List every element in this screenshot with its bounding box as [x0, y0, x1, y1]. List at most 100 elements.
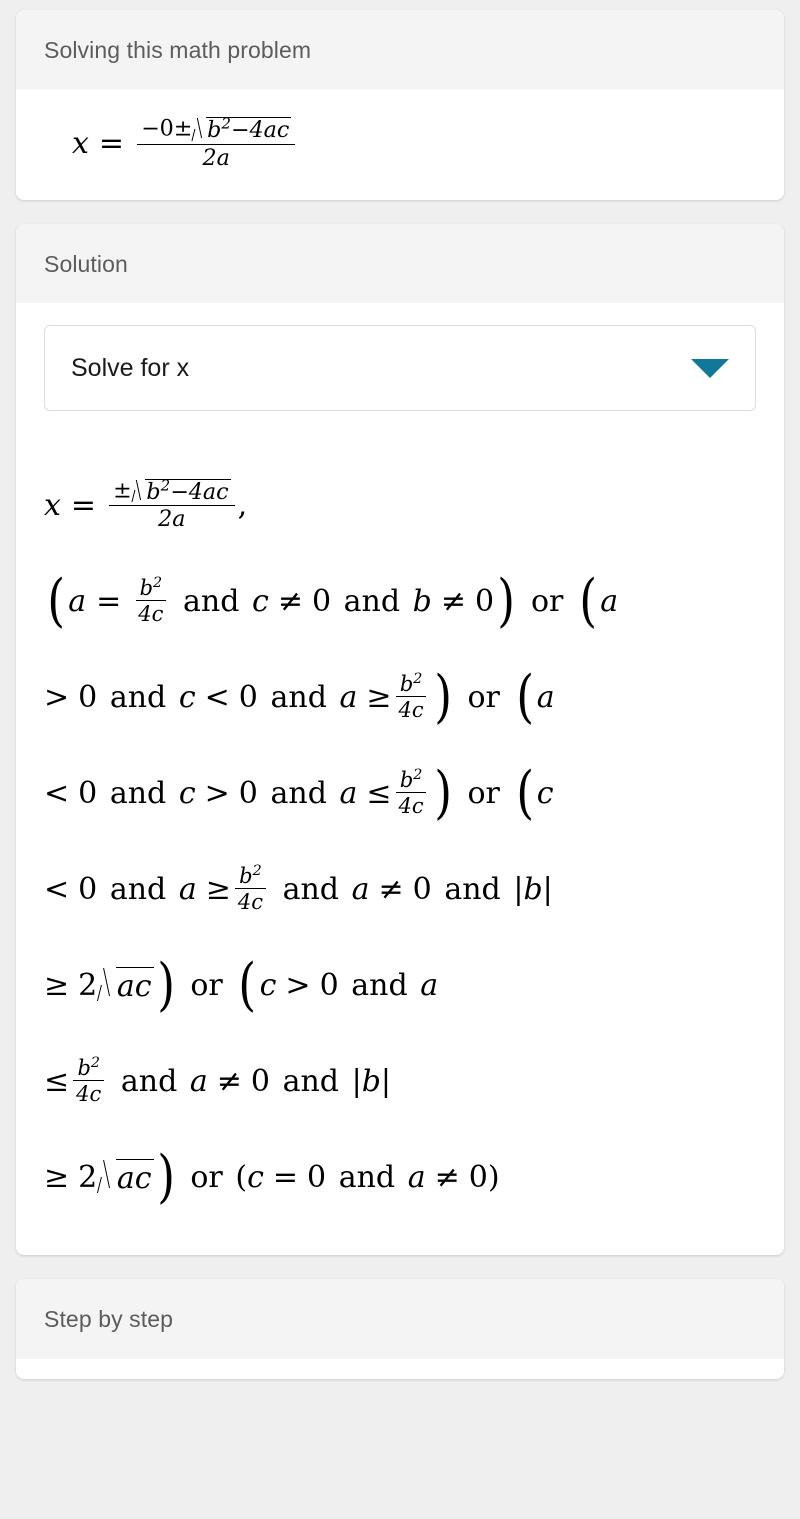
- l4-and-2: and: [270, 775, 327, 811]
- solution-card-title: Solution: [44, 250, 128, 277]
- l3-zero-1: 0: [78, 679, 98, 715]
- l4-fraction: b2 4c: [395, 767, 428, 817]
- l3-frac-num-base: b: [399, 672, 414, 697]
- l5-frac-num: b2: [235, 863, 266, 890]
- l7-neq: ≠: [216, 1063, 242, 1099]
- l3-lt: <: [204, 679, 230, 715]
- radical-sign: [132, 479, 146, 504]
- l3-var-c: c: [178, 679, 196, 715]
- l8-or: or: [190, 1159, 223, 1195]
- radicand-base: b: [207, 117, 222, 144]
- l3-gt: >: [44, 679, 70, 715]
- problem-card-body: x = −0± b2−4ac 2a: [16, 89, 784, 200]
- l8-radicand: ac: [115, 1158, 154, 1196]
- l7-abs-b: |b|: [351, 1063, 392, 1099]
- formula-radicand: b2−4ac: [206, 114, 292, 144]
- solution-line-6: ≥ 2 ac ) or ( c > 0 and a: [44, 937, 756, 1033]
- l2-frac-num-base: b: [139, 576, 154, 601]
- radicand-exponent: 2: [221, 114, 231, 133]
- l3-frac-den: 4c: [398, 698, 424, 723]
- l6-gt: >: [285, 967, 311, 1003]
- formula-numerator: −0± b2−4ac: [137, 114, 296, 145]
- l6-zero: 0: [319, 967, 339, 1003]
- l4-zero-2: 0: [238, 775, 258, 811]
- l5-abs-b: |b|: [513, 871, 553, 907]
- l6-close-paren: ): [156, 951, 175, 1018]
- l5-var-a-2: a: [351, 871, 370, 907]
- l4-le: ≤: [366, 775, 392, 811]
- l5-and-3: and: [444, 871, 501, 907]
- radical-sign: [97, 1159, 116, 1196]
- solution-line-5: < 0 and a ≥ b2 4c and a ≠ 0 and |b|: [44, 841, 756, 937]
- l4-open-paren: (: [515, 759, 534, 826]
- l8-open-paren: (: [235, 1159, 248, 1195]
- l8-ge: ≥: [44, 1159, 70, 1195]
- step-by-step-card-title: Step by step: [44, 1306, 174, 1333]
- l8-close-paren: ): [156, 1143, 175, 1210]
- solution-line-4: < 0 and c > 0 and a ≤ b2 4c ) or (c: [44, 745, 756, 841]
- l5-frac-den: 4c: [237, 890, 263, 915]
- solve-for-dropdown-value: Solve for x: [71, 353, 190, 382]
- problem-card: Solving this math problem x = −0± b2−4ac …: [16, 10, 784, 200]
- chevron-down-icon[interactable]: [691, 358, 729, 378]
- solution-line-2: ( a = b2 4c and c ≠ 0 and b ≠ 0 ) or (a: [44, 553, 756, 649]
- page-root: Solving this math problem x = −0± b2−4ac …: [0, 0, 800, 1519]
- l3-var-a: a: [339, 679, 358, 715]
- l8-neq: ≠: [434, 1159, 460, 1195]
- l1-fraction: ± b2−4ac 2a: [109, 477, 235, 532]
- l1-equals: =: [70, 487, 97, 523]
- l7-le: ≤: [44, 1063, 70, 1099]
- solve-for-dropdown[interactable]: Solve for x: [44, 325, 756, 412]
- problem-card-header: Solving this math problem: [16, 10, 784, 90]
- l3-open-paren: (: [515, 663, 534, 730]
- l2-close-paren: ): [497, 567, 516, 634]
- l6-two: 2: [78, 967, 98, 1003]
- l5-frac-num-exp: 2: [252, 863, 262, 880]
- l8-two: 2: [78, 1159, 98, 1195]
- l2-frac-den: 4c: [138, 602, 164, 627]
- l6-and: and: [351, 967, 408, 1003]
- l2-or: or: [530, 583, 564, 619]
- l4-or: or: [467, 775, 500, 811]
- l4-lt: <: [44, 775, 70, 811]
- solution-line-7: ≤ b2 4c and a ≠ 0 and |b|: [44, 1033, 756, 1129]
- step-by-step-card-header: Step by step: [16, 1279, 784, 1359]
- l4-var-a: a: [339, 775, 358, 811]
- l1-numerator: ± b2−4ac: [109, 477, 235, 507]
- l4-frac-num-exp: 2: [413, 767, 423, 784]
- formula-equals: =: [98, 126, 125, 162]
- radical-sign: [97, 967, 116, 1004]
- l3-fraction: b2 4c: [395, 671, 428, 723]
- l4-frac-num-base: b: [399, 768, 414, 793]
- l1-lhs: x: [44, 487, 61, 523]
- l2-frac-num: b2: [135, 576, 167, 602]
- l7-zero: 0: [250, 1063, 270, 1099]
- l2-and-2: and: [343, 583, 401, 619]
- problem-formula: x = −0± b2−4ac 2a: [44, 111, 756, 174]
- l2-neq-1: ≠: [277, 583, 303, 619]
- l3-zero-2: 0: [238, 679, 258, 715]
- l3-ge: ≥: [366, 679, 392, 715]
- l5-neq: ≠: [378, 871, 404, 907]
- solution-line-1: x = ± b2−4ac 2a ,: [44, 457, 756, 553]
- l7-frac-num-base: b: [77, 1056, 91, 1081]
- l1-radicand: b2−4ac: [145, 478, 231, 504]
- l1-num-prefix: ±: [113, 477, 132, 504]
- l5-var-a: a: [178, 871, 197, 907]
- l6-radicand: ac: [115, 966, 154, 1004]
- l8-zero-2: 0: [468, 1159, 488, 1195]
- sqrt-icon: ac: [97, 966, 154, 1004]
- sqrt-icon: b2−4ac: [132, 478, 231, 504]
- l7-fraction: b2 4c: [72, 1056, 105, 1107]
- l6-ge: ≥: [44, 967, 70, 1003]
- l3-tail-var: a: [536, 679, 555, 715]
- l2-var-b: b: [412, 583, 432, 619]
- l7-and-1: and: [120, 1063, 178, 1099]
- l6-tail-var: a: [420, 967, 439, 1003]
- l5-lt: <: [44, 871, 70, 907]
- l5-zero-1: 0: [78, 871, 98, 907]
- solution-line-8: ≥ 2 ac ) or ( c = 0 and a ≠ 0 ): [44, 1129, 756, 1225]
- l3-frac-num-exp: 2: [413, 671, 423, 688]
- l4-and-1: and: [109, 775, 167, 811]
- l7-frac-den: 4c: [76, 1082, 102, 1107]
